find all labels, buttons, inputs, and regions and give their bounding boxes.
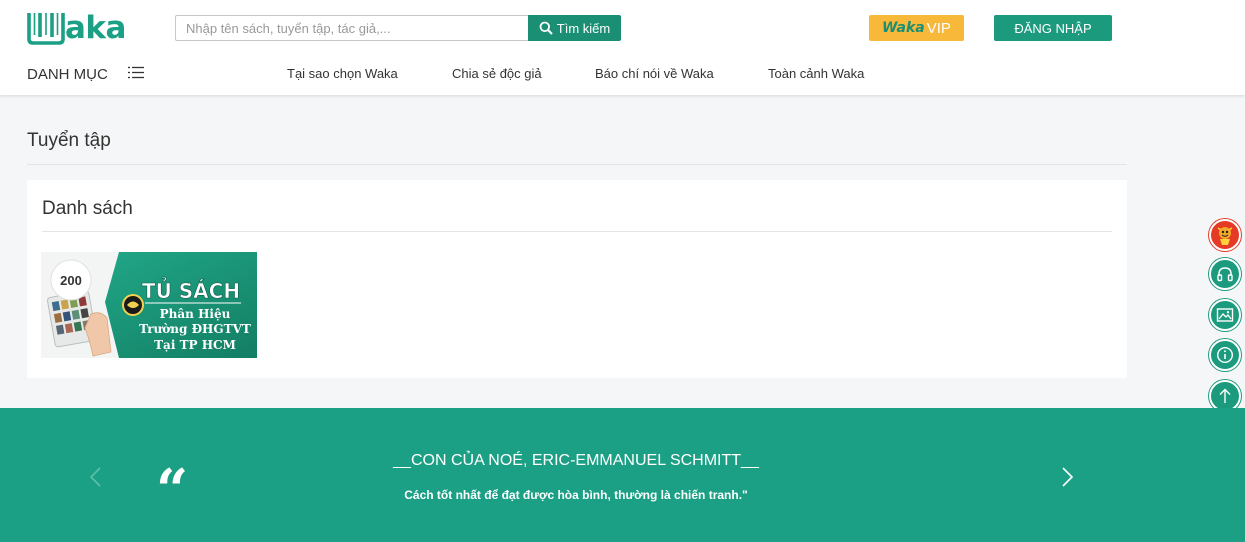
collection-line-3: Tại TP HCM: [154, 338, 236, 352]
nav-press[interactable]: Báo chí nói về Waka: [595, 66, 714, 81]
logo-text: aka: [65, 10, 126, 46]
image-icon: [1216, 308, 1234, 322]
collection-count: 200: [60, 273, 82, 288]
quote-text: Cách tốt nhất để đạt được hòa bình, thườ…: [404, 488, 748, 502]
search-input[interactable]: [175, 15, 528, 41]
comics-button[interactable]: [1209, 299, 1241, 331]
nav-reader-stories[interactable]: Chia sẻ độc giả: [452, 66, 542, 81]
collection-banner[interactable]: 200 TỦ SÁCH Phân Hiệu Trường ĐHGTVT Tại …: [41, 252, 257, 358]
arrow-up-icon: [1219, 388, 1231, 403]
panel-title: Danh sách: [42, 198, 133, 219]
search-bar: Tìm kiếm: [175, 15, 621, 41]
nav-why-waka[interactable]: Tại sao chọn Waka: [287, 66, 398, 81]
collection-title: TỦ SÁCH: [142, 278, 240, 303]
headphones-icon: [1217, 267, 1233, 282]
collection-line-2: Trường ĐHGTVT: [139, 322, 251, 336]
mascot-icon: [1217, 227, 1233, 245]
collection-line-1: Phân Hiệu: [160, 307, 231, 321]
title-divider: [27, 164, 1127, 165]
quote-source: __CON CỦA NOÉ, ERIC-EMMANUEL SCHMITT__: [393, 452, 759, 469]
audiobook-button[interactable]: [1209, 258, 1241, 290]
login-button[interactable]: ĐĂNG NHẬP: [994, 15, 1112, 41]
search-icon: [539, 21, 553, 35]
mascot-button[interactable]: [1209, 219, 1241, 251]
waka-logo[interactable]: aka: [27, 11, 126, 45]
waka-vip-button[interactable]: Waka VIP: [869, 15, 964, 41]
collection-list-panel: Danh sách 200 TỦ SÁCH Phân Hiệu Trường Đ…: [27, 180, 1127, 378]
waka-logo-w-mark: [27, 13, 65, 45]
search-button[interactable]: Tìm kiếm: [528, 15, 621, 41]
top-nav: Tại sao chọn Waka Chia sẻ độc giả Báo ch…: [0, 66, 1245, 84]
chevron-right-icon[interactable]: [1061, 466, 1075, 488]
quote-carousel: “ __CON CỦA NOÉ, ERIC-EMMANUEL SCHMITT__…: [0, 408, 1245, 542]
panel-divider: [42, 231, 1112, 232]
vip-label: VIP: [926, 19, 951, 37]
search-button-label: Tìm kiếm: [556, 20, 611, 36]
info-icon: [1216, 346, 1234, 364]
vip-brand-text: Waka: [882, 20, 925, 36]
info-button[interactable]: [1209, 339, 1241, 371]
page-title: Tuyển tập: [27, 130, 111, 151]
nav-overview[interactable]: Toàn cảnh Waka: [768, 66, 864, 81]
site-header: aka Tìm kiếm Waka VIP ĐĂNG NHẬP DANH MỤC: [0, 0, 1245, 95]
